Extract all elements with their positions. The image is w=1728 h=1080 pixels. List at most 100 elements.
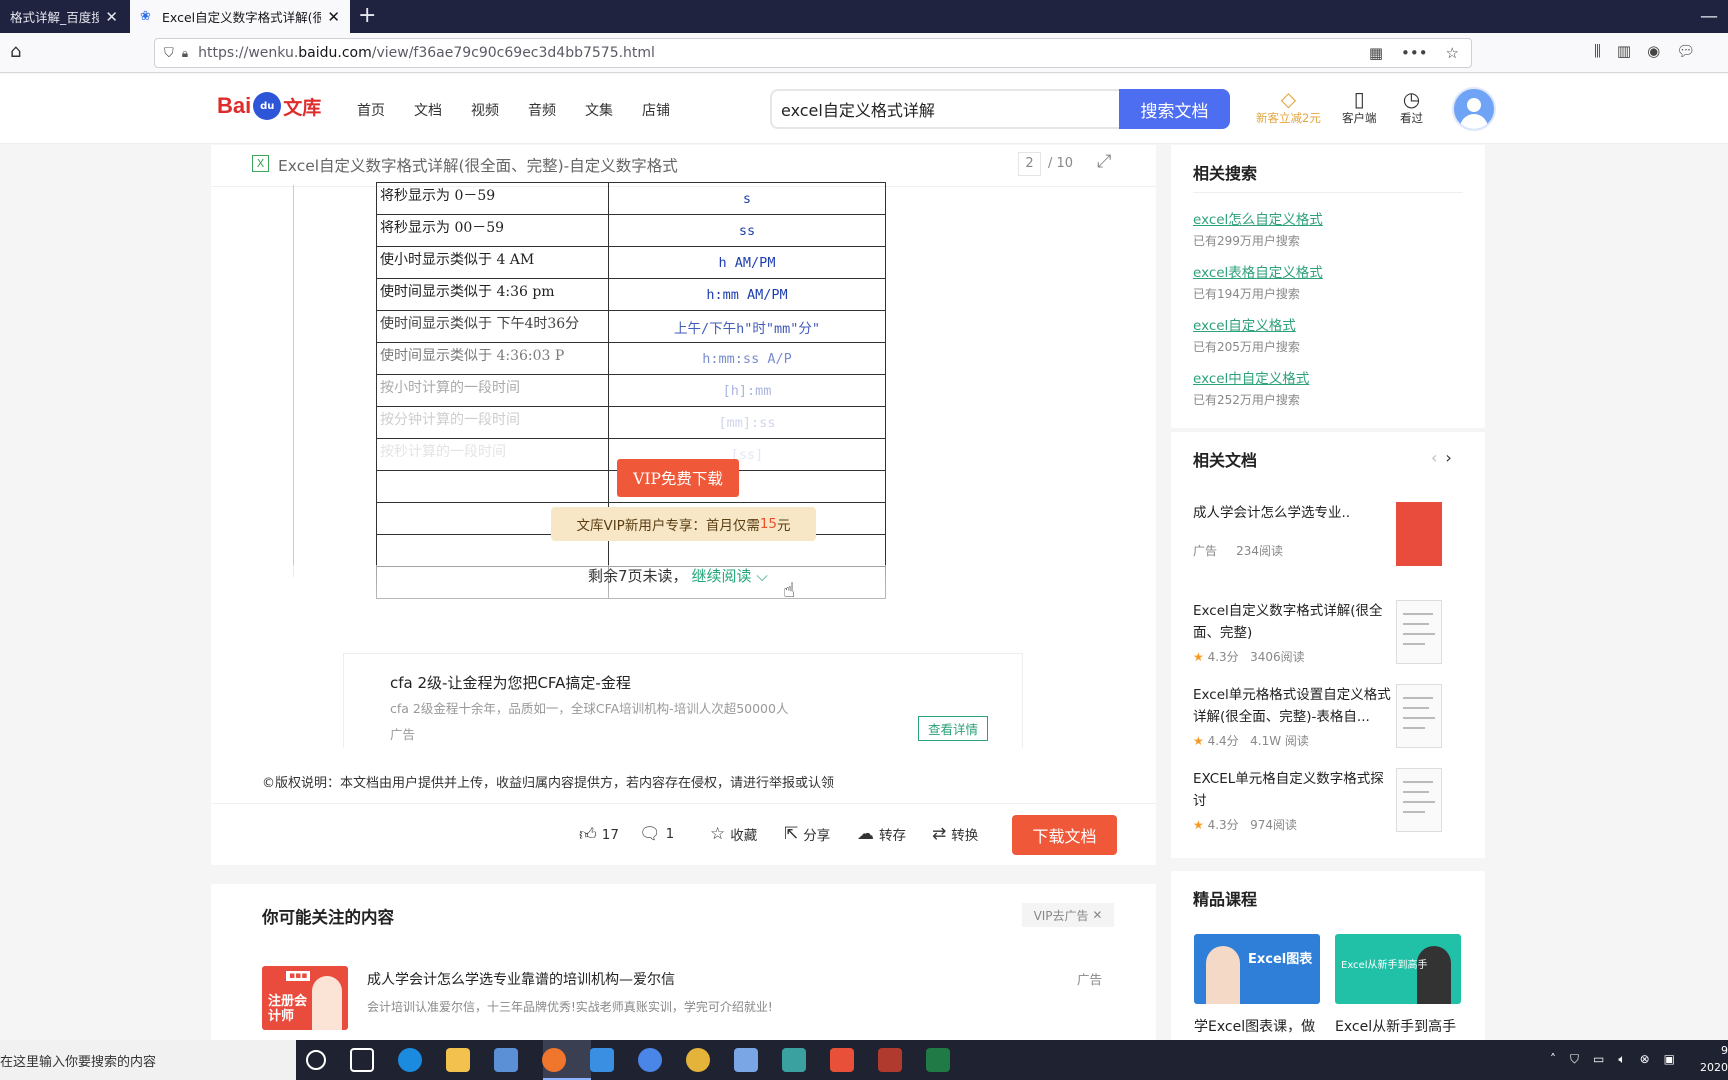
share-button[interactable]: ⇱ 分享 xyxy=(784,824,830,844)
related-search-link[interactable]: excel表格自定义格式 xyxy=(1193,261,1323,281)
app-icon[interactable] xyxy=(734,1048,758,1072)
app-icon[interactable] xyxy=(830,1048,854,1072)
ad-thumbnail[interactable]: ▪▪▪ 注册会计师 xyxy=(262,966,348,1030)
address-bar[interactable]: ⛉ 🔒︎ https://wenku.baidu.com/view/f36ae7… xyxy=(154,38,1472,68)
related-doc-title[interactable]: Excel单元格格式设置自定义格式详解(很全面、完整)-表格自... xyxy=(1193,684,1393,728)
fullscreen-icon[interactable]: ⤢ xyxy=(1097,151,1111,172)
related-doc-thumbnail[interactable] xyxy=(1396,768,1442,832)
nav-collections[interactable]: 文集 xyxy=(585,100,613,120)
chevron-up-icon[interactable]: ˄ xyxy=(1550,1052,1556,1067)
related-doc-thumbnail[interactable] xyxy=(1396,684,1442,748)
volume-icon[interactable]: 🔈︎ xyxy=(1618,1052,1625,1067)
related-search-link[interactable]: excel自定义格式 xyxy=(1193,314,1300,334)
like-button[interactable]: 👍︎ 17 xyxy=(579,824,619,845)
document-titlebar: X Excel自定义数字格式详解(很全面、完整)-自定义数字格式 2 / 10 … xyxy=(211,145,1156,187)
tab-wenku-document[interactable]: ❀ Excel自定义数字格式详解(很全 ✕ xyxy=(130,0,350,33)
network-icon[interactable]: ▭ xyxy=(1593,1052,1604,1067)
taskbar-search-input[interactable]: 在这里输入你要搜索的内容 xyxy=(0,1040,296,1080)
table-cell: 使小时显示类似于 4 AM xyxy=(376,246,609,279)
nav-audio[interactable]: 音频 xyxy=(528,100,556,120)
edge-icon[interactable] xyxy=(398,1048,422,1072)
vip-free-download-button[interactable]: VIP免费下载 xyxy=(617,459,739,497)
convert-button[interactable]: ⇄ 转换 xyxy=(932,824,978,844)
related-doc-title[interactable]: Excel自定义数字格式详解(很全面、完整) xyxy=(1193,600,1393,644)
notification-icon[interactable]: ▣ xyxy=(1664,1052,1675,1067)
winrar-icon[interactable] xyxy=(878,1048,902,1072)
course-label[interactable]: 学Excel图表课，做 xyxy=(1194,1016,1320,1036)
minimize-icon[interactable]: — xyxy=(1700,6,1718,27)
qr-code-icon[interactable]: ▦ xyxy=(1369,44,1383,62)
clock[interactable]: 9 2020 xyxy=(1700,1042,1728,1076)
course-thumbnail[interactable]: Excel从新手到高手 xyxy=(1335,934,1461,1004)
ad-title[interactable]: cfa 2级-让金程为您把CFA搞定-金程 xyxy=(390,672,631,693)
chrome-icon[interactable] xyxy=(686,1048,710,1072)
browser-icon[interactable] xyxy=(638,1048,662,1072)
continue-reading-link[interactable]: 继续阅读 ⌵ xyxy=(692,565,768,586)
app-icon[interactable] xyxy=(782,1048,806,1072)
tab-title: Excel自定义数字格式详解(很全 xyxy=(162,10,322,25)
related-search-panel: 相关搜索 excel怎么自定义格式 已有299万用户搜索 excel表格自定义格… xyxy=(1171,145,1485,428)
mail-icon[interactable] xyxy=(590,1048,614,1072)
page-number-input[interactable]: 2 xyxy=(1018,152,1041,176)
store-icon[interactable] xyxy=(494,1048,518,1072)
new-tab-icon[interactable]: + xyxy=(358,4,376,28)
baidu-wenku-logo[interactable]: Bai du 文库 xyxy=(217,88,321,124)
close-circle-icon[interactable]: ⊗ xyxy=(1640,1052,1650,1067)
phone-icon: ▯ xyxy=(1353,87,1365,111)
history[interactable]: ◷ 看过 xyxy=(1400,88,1423,126)
nav-docs[interactable]: 文档 xyxy=(414,100,442,120)
ad-card[interactable]: cfa 2级-让金程为您把CFA搞定-金程 cfa 2级金程十余年，品质如一，全… xyxy=(343,653,1023,748)
course-label[interactable]: Excel从新手到高手 xyxy=(1335,1016,1461,1036)
account-icon[interactable]: ◉ xyxy=(1647,42,1660,60)
close-icon[interactable]: ✕ xyxy=(327,8,340,26)
save-to-cloud-button[interactable]: ☁ 转存 xyxy=(857,824,906,844)
vip-offer-banner[interactable]: 文库VIP新用户专享：首月仅需 15 元 xyxy=(551,507,816,541)
chat-icon[interactable]: 💬︎ xyxy=(1676,42,1695,60)
related-search-link[interactable]: excel怎么自定义格式 xyxy=(1193,208,1323,228)
url-text[interactable]: https://wenku.baidu.com/view/f36ae79c90c… xyxy=(198,45,1369,61)
view-details-button[interactable]: 查看详情 xyxy=(918,716,988,741)
home-icon[interactable]: ⌂ xyxy=(10,41,21,62)
related-search-link[interactable]: excel中自定义格式 xyxy=(1193,367,1309,387)
favorite-button[interactable]: ☆ 收藏 xyxy=(710,824,757,844)
copyright-notice: ©版权说明：本文档由用户提供并上传，收益归属内容提供方，若内容存在侵权，请进行举… xyxy=(262,776,835,791)
related-doc-title[interactable]: 成人学会计怎么学选专业.. xyxy=(1193,502,1393,524)
tab-baidu-search[interactable]: 格式详解_百度搜索 ✕ xyxy=(0,0,128,33)
firefox-icon[interactable] xyxy=(542,1048,566,1072)
search-input[interactable]: excel自定义格式详解 xyxy=(770,89,1120,129)
download-document-button[interactable]: 下载文档 xyxy=(1012,815,1117,855)
chevron-left-icon[interactable]: ‹ xyxy=(1431,448,1437,467)
nav-store[interactable]: 店铺 xyxy=(642,100,670,120)
cloud-icon: ☁ xyxy=(857,824,874,844)
library-icon[interactable]: ⫼ xyxy=(1594,42,1601,60)
client-download[interactable]: ▯ 客户端 xyxy=(1342,88,1377,126)
file-explorer-icon[interactable] xyxy=(446,1048,470,1072)
avatar[interactable] xyxy=(1452,87,1496,131)
task-view-icon[interactable] xyxy=(350,1048,374,1072)
recommended-item-title[interactable]: 成人学会计怎么学选专业靠谱的培训机构—爱尔信 xyxy=(367,969,675,989)
related-doc-thumbnail[interactable] xyxy=(1396,600,1442,664)
comment-button[interactable]: 🗨︎ 1 xyxy=(639,824,674,844)
table-cell: 使时间显示类似于 4:36 pm xyxy=(376,278,609,311)
cortana-icon[interactable] xyxy=(306,1050,326,1070)
related-doc-title[interactable]: EXCEL单元格自定义数字格式探讨 xyxy=(1193,768,1393,812)
windows-taskbar: 在这里输入你要搜索的内容 ˄ ⛉ ▭ 🔈︎ ⊗ ▣ 9 2020 xyxy=(0,1040,1728,1080)
sidebar-icon[interactable]: ▥ xyxy=(1617,42,1631,60)
shield-icon[interactable]: ⛉ xyxy=(164,46,174,61)
close-icon[interactable]: ✕ xyxy=(105,8,118,26)
excel-icon[interactable] xyxy=(926,1048,950,1072)
vip-remove-ads-button[interactable]: VIP去广告 ✕ xyxy=(1022,903,1114,927)
table-row: 使时间显示类似于 4:36:03 Ph:mm:ss A/P xyxy=(376,342,886,375)
related-doc-thumbnail[interactable] xyxy=(1396,502,1442,566)
chevron-right-icon[interactable]: › xyxy=(1445,448,1451,467)
nav-home[interactable]: 首页 xyxy=(357,100,385,120)
course-thumbnail[interactable]: Excel图表 xyxy=(1194,934,1320,1004)
search-button[interactable]: 搜索文档 xyxy=(1119,89,1230,129)
bookmark-star-icon[interactable]: ☆ xyxy=(1446,44,1459,62)
more-icon[interactable]: ••• xyxy=(1401,44,1428,62)
vip-promo[interactable]: ◇ 新客立减2元 xyxy=(1256,88,1321,126)
lock-icon[interactable]: 🔒︎ xyxy=(182,46,188,61)
nav-video[interactable]: 视频 xyxy=(471,100,499,120)
page-margin-line xyxy=(293,185,294,577)
defender-icon[interactable]: ⛉ xyxy=(1570,1052,1579,1067)
